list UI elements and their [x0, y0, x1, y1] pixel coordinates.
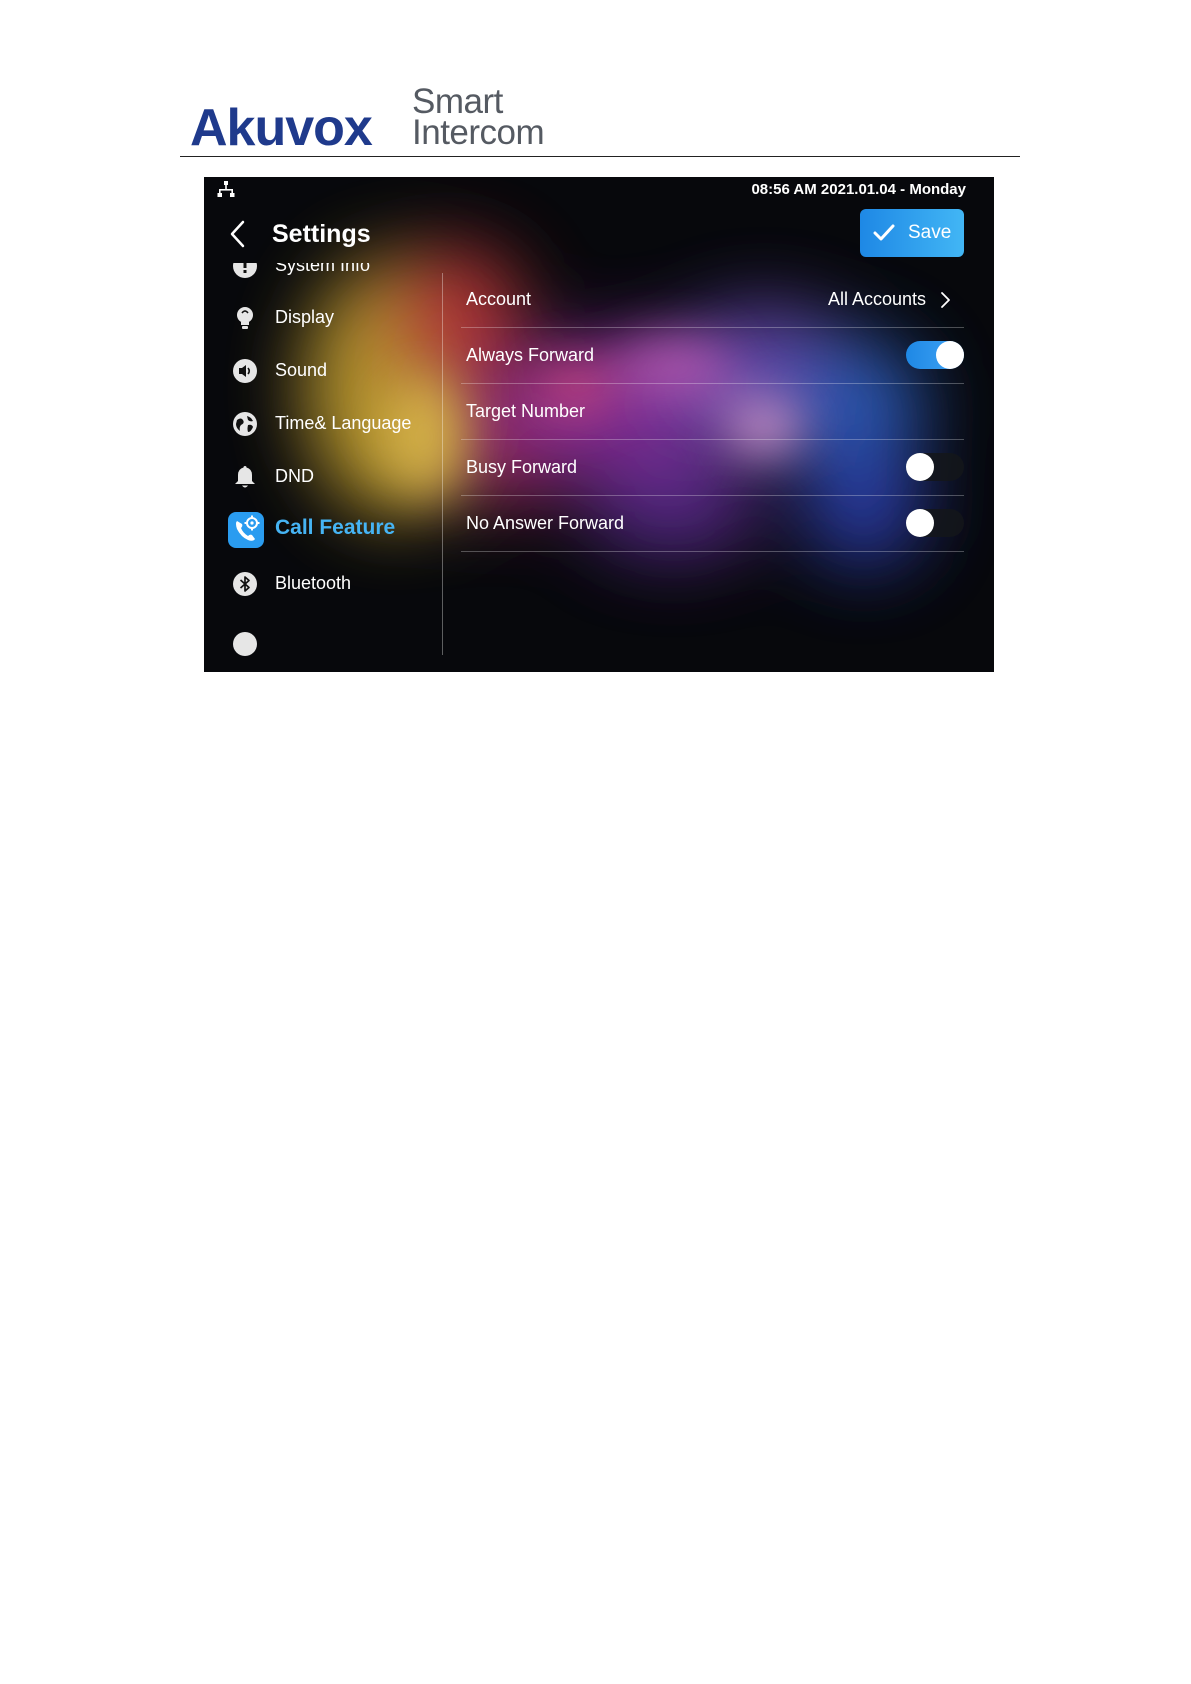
document-header: Akuvox Smart Intercom [180, 84, 1020, 160]
logo-tagline: Smart Intercom [412, 84, 545, 152]
sidebar-item-system-info[interactable]: System Info [204, 263, 442, 289]
logo-tagline-line-2: Intercom [412, 113, 545, 152]
header-divider [180, 156, 1020, 157]
phone-gear-icon [228, 512, 264, 548]
target-number-label: Target Number [466, 401, 586, 421]
sidebar-item-label: Bluetooth [275, 573, 352, 593]
sidebar-item-label: Display [275, 307, 335, 327]
no-answer-forward-toggle[interactable] [906, 509, 964, 537]
more-item-icon [233, 632, 257, 656]
bluetooth-icon [233, 572, 257, 596]
info-icon [233, 263, 257, 278]
account-value: All Accounts [827, 289, 926, 309]
device-screen: 08:56 AM 2021.01.04 - Monday Settings Sa… [204, 177, 994, 672]
sidebar-item-label: Sound [275, 360, 328, 380]
setting-row-no-answer-forward: No Answer Forward [461, 496, 964, 552]
lightbulb-icon [237, 307, 253, 329]
save-button-label: Save [908, 222, 952, 243]
sidebar-item-sound[interactable]: Sound [204, 348, 442, 394]
sidebar-item-more[interactable] [204, 621, 442, 667]
always-forward-label: Always Forward [466, 345, 595, 365]
always-forward-toggle[interactable] [906, 341, 964, 369]
busy-forward-toggle[interactable] [906, 453, 964, 481]
sidebar-item-display[interactable]: Display [204, 295, 442, 341]
setting-row-account[interactable]: Account All Accounts [461, 272, 964, 328]
sidebar-item-label: Time& Language [275, 413, 412, 433]
check-icon [873, 224, 895, 241]
sidebar-item-label: Call Feature [275, 516, 396, 539]
sidebar-item-label: DND [275, 466, 314, 486]
back-button[interactable] [224, 217, 254, 251]
no-answer-forward-label: No Answer Forward [466, 513, 625, 533]
settings-list: Account All Accounts Always Forward Targ… [461, 272, 964, 552]
busy-forward-label: Busy Forward [466, 457, 578, 477]
chevron-right-icon [941, 292, 950, 308]
sidebar-item-dnd[interactable]: DND [204, 454, 442, 500]
page-title: Settings [272, 220, 371, 248]
toggle-knob [936, 341, 964, 369]
sidebar-item-call-feature[interactable]: Call Feature [204, 506, 442, 552]
toggle-knob [906, 453, 934, 481]
logo-brand: Akuvox [190, 99, 373, 157]
setting-row-target-number[interactable]: Target Number [461, 384, 964, 440]
title-bar: Settings Save [204, 207, 994, 263]
save-button[interactable]: Save [860, 209, 964, 257]
sidebar: System Info Display Sound Time& Language… [204, 263, 442, 672]
chevron-left-icon [230, 220, 245, 248]
setting-row-always-forward: Always Forward [461, 328, 964, 384]
toggle-knob [906, 509, 934, 537]
speaker-icon [233, 359, 257, 383]
setting-row-busy-forward: Busy Forward [461, 440, 964, 496]
bell-icon [235, 466, 255, 488]
sidebar-divider [442, 273, 443, 655]
sidebar-item-bluetooth[interactable]: Bluetooth [204, 561, 442, 607]
network-icon [217, 181, 235, 197]
globe-icon [233, 412, 257, 436]
account-label: Account [466, 289, 532, 309]
status-datetime: 08:56 AM 2021.01.04 - Monday [751, 181, 966, 198]
status-bar: 08:56 AM 2021.01.04 - Monday [204, 177, 994, 205]
sidebar-item-label: System Info [275, 263, 371, 275]
sidebar-item-time-language[interactable]: Time& Language [204, 401, 442, 447]
